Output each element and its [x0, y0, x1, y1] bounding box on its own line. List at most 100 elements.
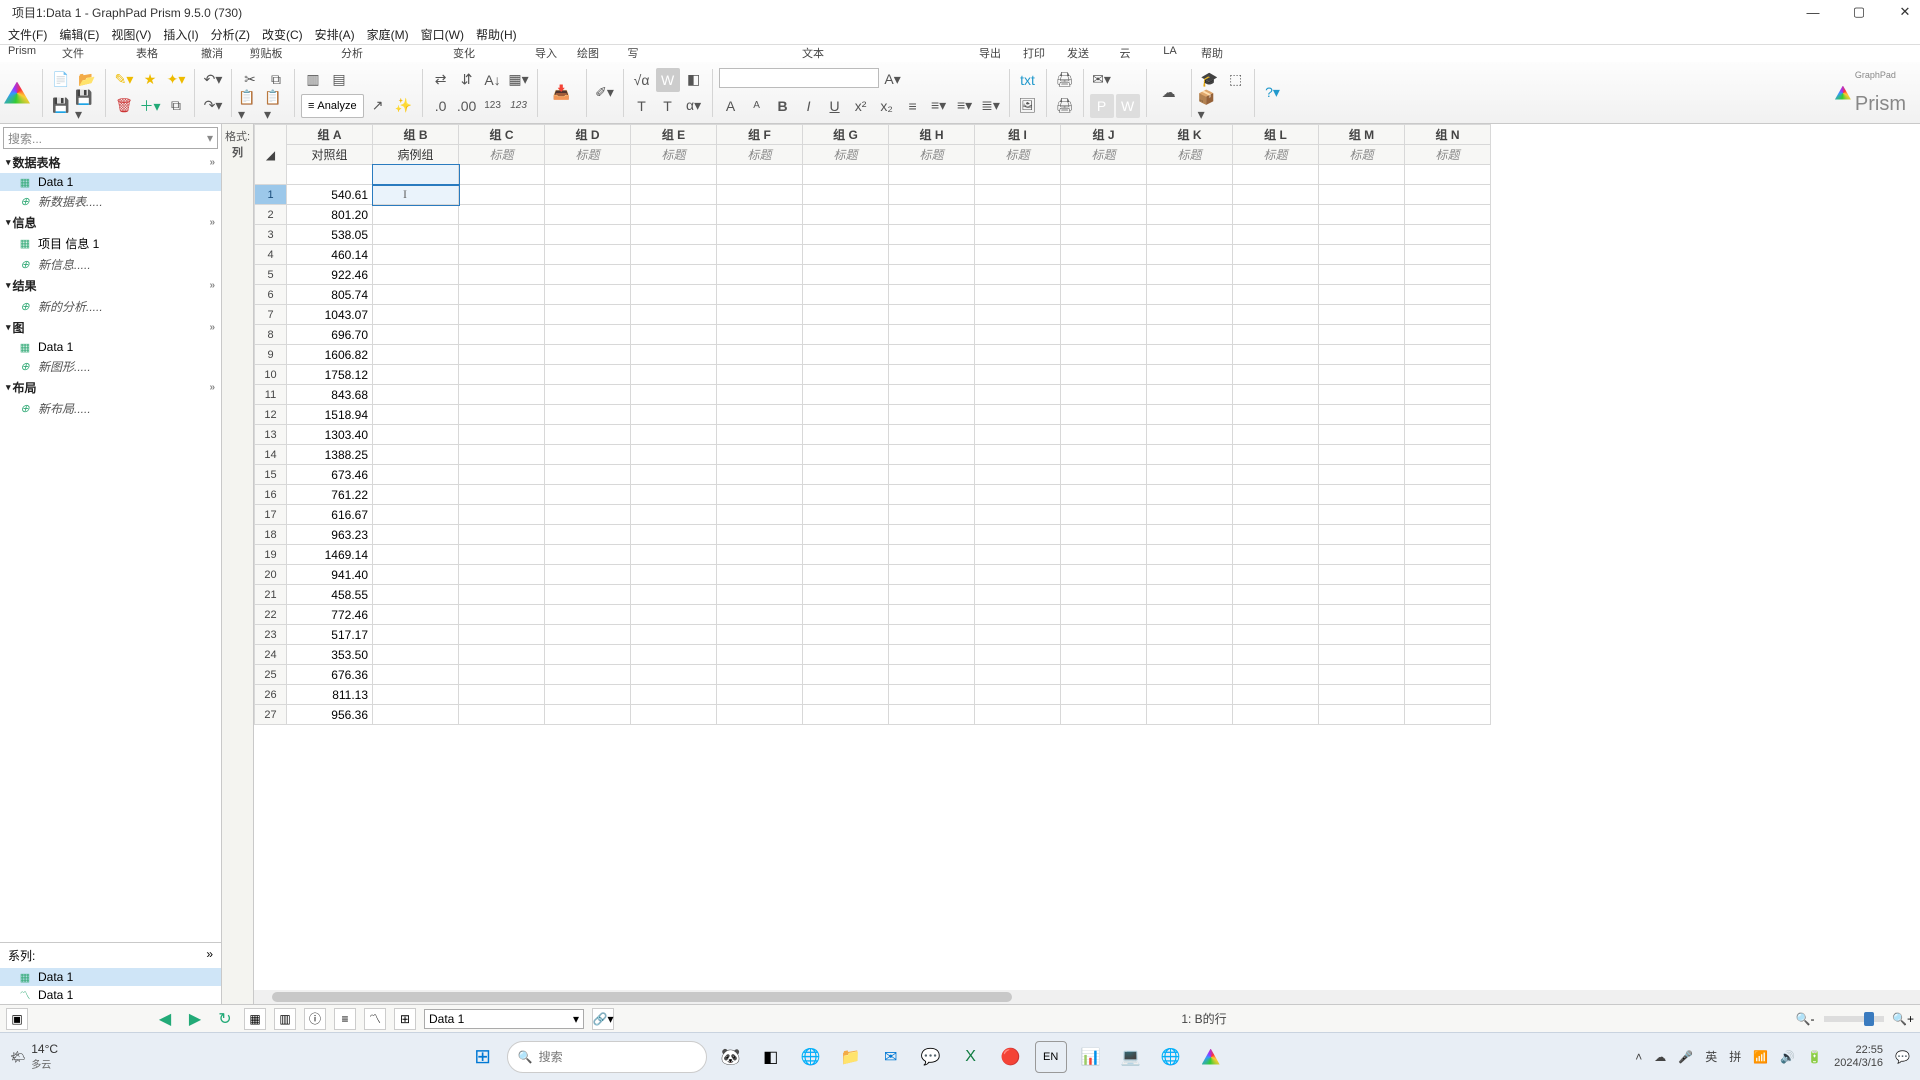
data-cell[interactable]	[631, 345, 717, 365]
data-cell[interactable]	[631, 545, 717, 565]
data-cell[interactable]	[459, 685, 545, 705]
row-header[interactable]: 23	[255, 625, 287, 645]
data-cell[interactable]	[803, 685, 889, 705]
row-header[interactable]: 11	[255, 385, 287, 405]
data-cell[interactable]	[1319, 205, 1405, 225]
menu-item[interactable]: 安排(A)	[315, 26, 355, 43]
data-cell[interactable]	[1061, 345, 1147, 365]
bold-button[interactable]: B	[771, 94, 795, 118]
series-item[interactable]: ▦Data 1	[0, 968, 221, 986]
export-txt-button[interactable]: txt	[1016, 68, 1040, 92]
redo-button[interactable]: ↷▾	[201, 94, 225, 118]
data-cell[interactable]	[1405, 505, 1491, 525]
task-app-1[interactable]: 🐼	[715, 1041, 747, 1073]
data-cell[interactable]	[803, 565, 889, 585]
subheader-cell[interactable]	[1319, 165, 1405, 185]
font-family-combo[interactable]	[719, 68, 879, 88]
data-cell[interactable]	[1319, 385, 1405, 405]
data-cell[interactable]	[889, 345, 975, 365]
data-cell[interactable]: 963.23	[287, 525, 373, 545]
paste-button[interactable]: 📋▾	[238, 94, 262, 118]
data-cell[interactable]	[717, 645, 803, 665]
row-header[interactable]: 4	[255, 245, 287, 265]
column-header[interactable]: 组 H	[889, 125, 975, 145]
data-cell[interactable]	[1233, 185, 1319, 205]
zoom-slider[interactable]	[1824, 1016, 1884, 1022]
data-cell[interactable]	[803, 205, 889, 225]
data-cell[interactable]	[1319, 285, 1405, 305]
nav-item[interactable]: ▦Data 1	[0, 338, 221, 356]
data-cell[interactable]: 517.17	[287, 625, 373, 645]
menu-item[interactable]: 插入(I)	[163, 26, 198, 43]
column-subheader[interactable]: 标题	[1405, 145, 1491, 165]
data-cell[interactable]	[1061, 465, 1147, 485]
data-cell[interactable]: 1043.07	[287, 305, 373, 325]
data-cell[interactable]	[803, 405, 889, 425]
subheader-cell[interactable]	[975, 165, 1061, 185]
data-cell[interactable]	[1147, 345, 1233, 365]
data-cell[interactable]: 616.67	[287, 505, 373, 525]
menu-item[interactable]: 分析(Z)	[211, 26, 250, 43]
data-cell[interactable]	[631, 445, 717, 465]
data-cell[interactable]	[889, 585, 975, 605]
data-cell[interactable]	[545, 685, 631, 705]
data-cell[interactable]	[889, 605, 975, 625]
data-cell[interactable]	[545, 305, 631, 325]
data-cell[interactable]	[1061, 545, 1147, 565]
column-header[interactable]: 组 N	[1405, 125, 1491, 145]
data-cell[interactable]	[373, 425, 459, 445]
data-cell[interactable]: 353.50	[287, 645, 373, 665]
data-cell[interactable]	[631, 365, 717, 385]
data-cell[interactable]	[975, 485, 1061, 505]
data-cell[interactable]	[1233, 225, 1319, 245]
data-cell[interactable]	[1061, 205, 1147, 225]
data-cell[interactable]	[1319, 605, 1405, 625]
alpha-button[interactable]: α▾	[682, 94, 706, 118]
row-header[interactable]: 27	[255, 705, 287, 725]
data-cell[interactable]	[631, 645, 717, 665]
data-cell[interactable]	[631, 185, 717, 205]
task-taskview[interactable]: ◧	[755, 1041, 787, 1073]
data-cell[interactable]	[975, 305, 1061, 325]
data-cell[interactable]	[717, 485, 803, 505]
data-cell[interactable]: 956.36	[287, 705, 373, 725]
maximize-button[interactable]: ▢	[1850, 3, 1868, 21]
data-cell[interactable]	[889, 685, 975, 705]
data-cell[interactable]	[1233, 345, 1319, 365]
print-preview-button[interactable]: 🖨	[1053, 94, 1077, 118]
data-cell[interactable]	[1061, 585, 1147, 605]
data-cell[interactable]	[1233, 545, 1319, 565]
data-cell[interactable]	[1147, 245, 1233, 265]
data-cell[interactable]	[717, 565, 803, 585]
nav-add-item[interactable]: ⊕新布局.....	[0, 398, 221, 419]
data-cell[interactable]	[1405, 365, 1491, 385]
word2-button[interactable]: W	[1116, 94, 1140, 118]
data-cell[interactable]	[1147, 325, 1233, 345]
data-cell[interactable]	[1405, 225, 1491, 245]
data-cell[interactable]	[1319, 705, 1405, 725]
data-cell[interactable]	[373, 565, 459, 585]
data-cell[interactable]	[717, 285, 803, 305]
data-cell[interactable]	[1319, 405, 1405, 425]
data-cell[interactable]	[545, 545, 631, 565]
data-cell[interactable]	[1061, 685, 1147, 705]
data-cell[interactable]	[373, 365, 459, 385]
data-cell[interactable]	[1147, 265, 1233, 285]
data-cell[interactable]	[545, 285, 631, 305]
data-cell[interactable]	[975, 325, 1061, 345]
data-cell[interactable]	[803, 305, 889, 325]
subheader-cell[interactable]	[1405, 165, 1491, 185]
data-cell[interactable]	[1147, 625, 1233, 645]
data-cell[interactable]	[975, 265, 1061, 285]
start-button[interactable]: ⊞	[467, 1041, 499, 1073]
data-cell[interactable]	[1061, 505, 1147, 525]
data-cell[interactable]	[1061, 405, 1147, 425]
data-cell[interactable]	[545, 185, 631, 205]
data-cell[interactable]	[1061, 385, 1147, 405]
data-cell[interactable]	[1147, 205, 1233, 225]
decimal-dec-button[interactable]: .0	[429, 94, 453, 118]
row-header[interactable]: 14	[255, 445, 287, 465]
data-cell[interactable]	[717, 325, 803, 345]
data-cell[interactable]	[373, 345, 459, 365]
horizontal-scrollbar[interactable]	[254, 990, 1920, 1004]
